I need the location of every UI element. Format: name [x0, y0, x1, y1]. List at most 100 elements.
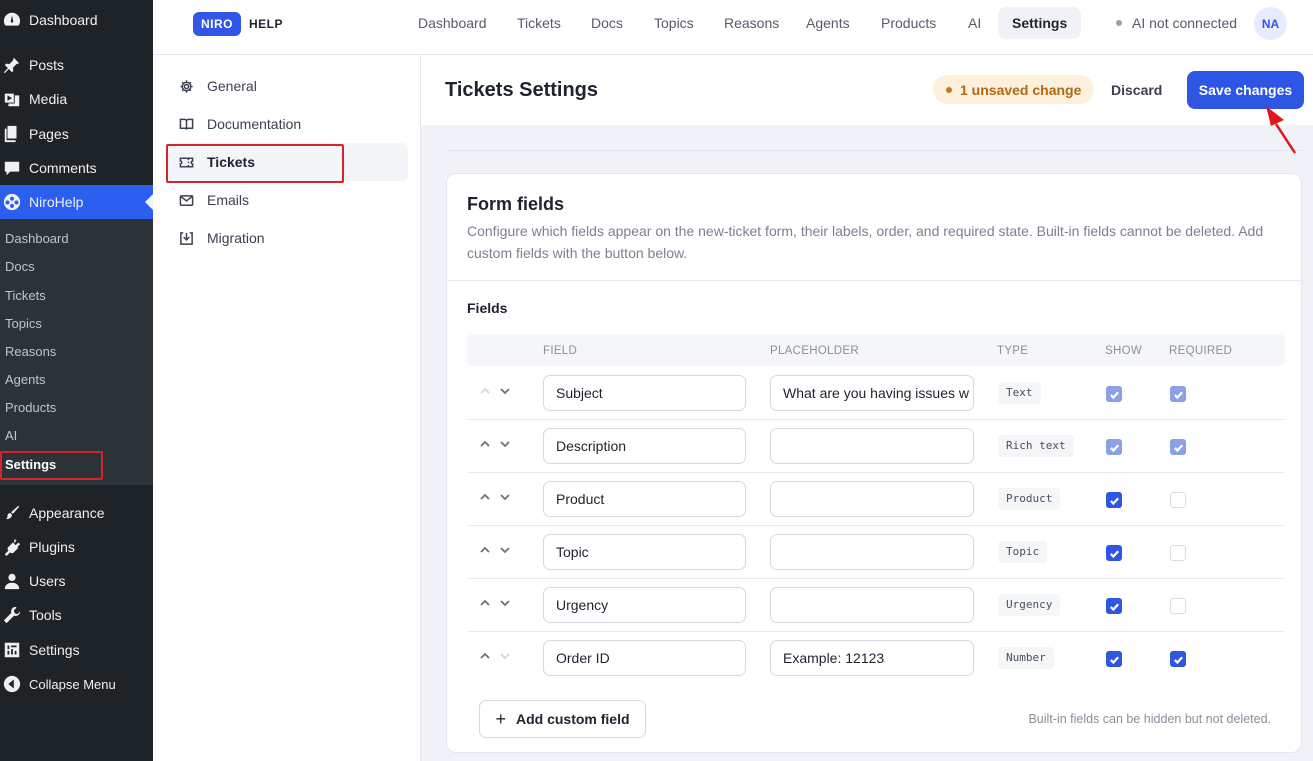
show-checkbox[interactable] [1106, 545, 1122, 561]
required-checkbox[interactable] [1170, 386, 1186, 402]
wp-menu-collapse[interactable]: Collapse Menu [0, 667, 153, 701]
move-down-icon[interactable] [499, 491, 511, 503]
field-label-input[interactable]: Topic [543, 534, 746, 570]
topnav-docs[interactable]: Docs [591, 7, 623, 39]
unsaved-text: 1 unsaved change [960, 81, 1082, 98]
wp-menu-comments[interactable]: Comments [0, 151, 153, 185]
field-type-badge: Urgency [998, 594, 1061, 616]
move-down-icon[interactable] [499, 597, 511, 609]
wp-submenu-ai[interactable]: AI [5, 426, 17, 446]
wp-menu-appearance[interactable]: Appearance [0, 496, 153, 530]
unsaved-badge: 1 unsaved change [933, 75, 1095, 104]
wp-menu-settings[interactable]: Settings [0, 633, 153, 667]
field-label-input[interactable]: Product [543, 481, 746, 517]
required-checkbox[interactable] [1170, 598, 1186, 614]
settings-nav-label: General [207, 78, 257, 94]
settings-nav-general[interactable]: General [166, 67, 408, 105]
settings-nav-emails[interactable]: Emails [166, 181, 408, 219]
wp-submenu-products[interactable]: Products [5, 398, 56, 418]
card-title: Form fields [467, 194, 565, 214]
ai-status: AI not connected [1116, 14, 1237, 32]
field-label-input[interactable]: Subject [543, 375, 746, 411]
wp-menu-media[interactable]: Media [0, 82, 153, 116]
move-up-icon[interactable] [479, 491, 491, 503]
topnav-reasons[interactable]: Reasons [724, 7, 779, 39]
settings-nav-migration[interactable]: Migration [166, 219, 408, 257]
show-checkbox[interactable] [1106, 386, 1122, 402]
check-icon [1109, 496, 1119, 505]
table-row: Order ID Example: 12123 Number [467, 632, 1285, 685]
highlight-box-tickets [166, 144, 344, 183]
move-down-icon[interactable] [499, 385, 511, 397]
required-checkbox[interactable] [1170, 651, 1186, 667]
wp-submenu-docs[interactable]: Docs [5, 257, 35, 277]
wp-menu-nirohelp[interactable]: NiroHelp [0, 185, 153, 219]
check-icon [1109, 602, 1119, 611]
topnav-ai[interactable]: AI [968, 7, 981, 39]
wp-menu-pages[interactable]: Pages [0, 117, 153, 151]
wp-menu-users[interactable]: Users [0, 564, 153, 598]
field-placeholder-input[interactable] [770, 481, 974, 517]
move-down-icon[interactable] [499, 438, 511, 450]
wp-menu-plugins[interactable]: Plugins [0, 530, 153, 564]
wp-menu-tools[interactable]: Tools [0, 598, 153, 632]
wp-menu-posts[interactable]: Posts [0, 48, 153, 82]
topnav-products[interactable]: Products [881, 7, 936, 39]
field-placeholder-input[interactable] [770, 587, 974, 623]
field-placeholder-input[interactable]: Example: 12123 [770, 640, 974, 676]
topnav-dashboard[interactable]: Dashboard [418, 7, 487, 39]
show-checkbox[interactable] [1106, 439, 1122, 455]
wp-menu-label: NiroHelp [29, 194, 84, 210]
field-placeholder-input[interactable]: What are you having issues w [770, 375, 974, 411]
move-down-icon[interactable] [499, 650, 511, 662]
field-label-input[interactable]: Description [543, 428, 746, 464]
wp-submenu-agents[interactable]: Agents [5, 370, 45, 390]
add-custom-field-button[interactable]: + Add custom field [479, 700, 646, 738]
field-placeholder-input[interactable] [770, 428, 974, 464]
wp-submenu-topics[interactable]: Topics [5, 314, 42, 334]
wp-menu-dashboard[interactable]: Dashboard [0, 3, 153, 37]
plugin-topbar: NIRO HELP Dashboard Tickets Docs Topics … [153, 0, 1313, 55]
required-checkbox[interactable] [1170, 439, 1186, 455]
move-up-icon[interactable] [479, 650, 491, 662]
highlight-box-settings [0, 451, 103, 480]
topnav-topics[interactable]: Topics [654, 7, 694, 39]
nirohelp-logo[interactable]: NIRO HELP [193, 12, 283, 36]
wp-menu-label: Users [29, 573, 66, 589]
move-up-icon[interactable] [479, 385, 491, 397]
topnav-settings[interactable]: Settings [998, 7, 1082, 39]
settings-nav-label: Emails [207, 192, 250, 208]
wp-submenu-reasons[interactable]: Reasons [5, 342, 56, 362]
discard-button[interactable]: Discard [1111, 82, 1162, 98]
show-checkbox[interactable] [1106, 492, 1122, 508]
wp-submenu-dashboard[interactable]: Dashboard [5, 229, 69, 249]
wp-menu-label: Pages [29, 126, 69, 142]
field-label-input[interactable]: Order ID [543, 640, 746, 676]
avatar[interactable]: NA [1254, 7, 1287, 40]
settings-nav-documentation[interactable]: Documentation [166, 105, 408, 143]
brush-icon [3, 504, 21, 522]
nirohelp-icon [3, 193, 21, 211]
move-up-icon[interactable] [479, 438, 491, 450]
move-up-icon[interactable] [479, 597, 491, 609]
field-placeholder-input[interactable] [770, 534, 974, 570]
reorder-controls [479, 385, 519, 397]
main-header: Tickets Settings 1 unsaved change Discar… [421, 55, 1313, 125]
topnav-tickets[interactable]: Tickets [517, 7, 561, 39]
wp-submenu-tickets[interactable]: Tickets [5, 286, 46, 306]
move-up-icon[interactable] [479, 544, 491, 556]
field-label-input[interactable]: Urgency [543, 587, 746, 623]
import-icon [178, 230, 194, 246]
form-fields-card: Form fields Configure which fields appea… [446, 173, 1302, 753]
required-checkbox[interactable] [1170, 545, 1186, 561]
show-checkbox[interactable] [1106, 651, 1122, 667]
pages-icon [3, 125, 21, 143]
reorder-controls [479, 544, 519, 556]
mail-icon [178, 192, 194, 208]
topnav-agents[interactable]: Agents [806, 7, 850, 39]
required-checkbox[interactable] [1170, 492, 1186, 508]
column-header-required: REQUIRED [1169, 345, 1233, 357]
show-checkbox[interactable] [1106, 598, 1122, 614]
annotation-arrow-icon [1266, 106, 1297, 154]
move-down-icon[interactable] [499, 544, 511, 556]
